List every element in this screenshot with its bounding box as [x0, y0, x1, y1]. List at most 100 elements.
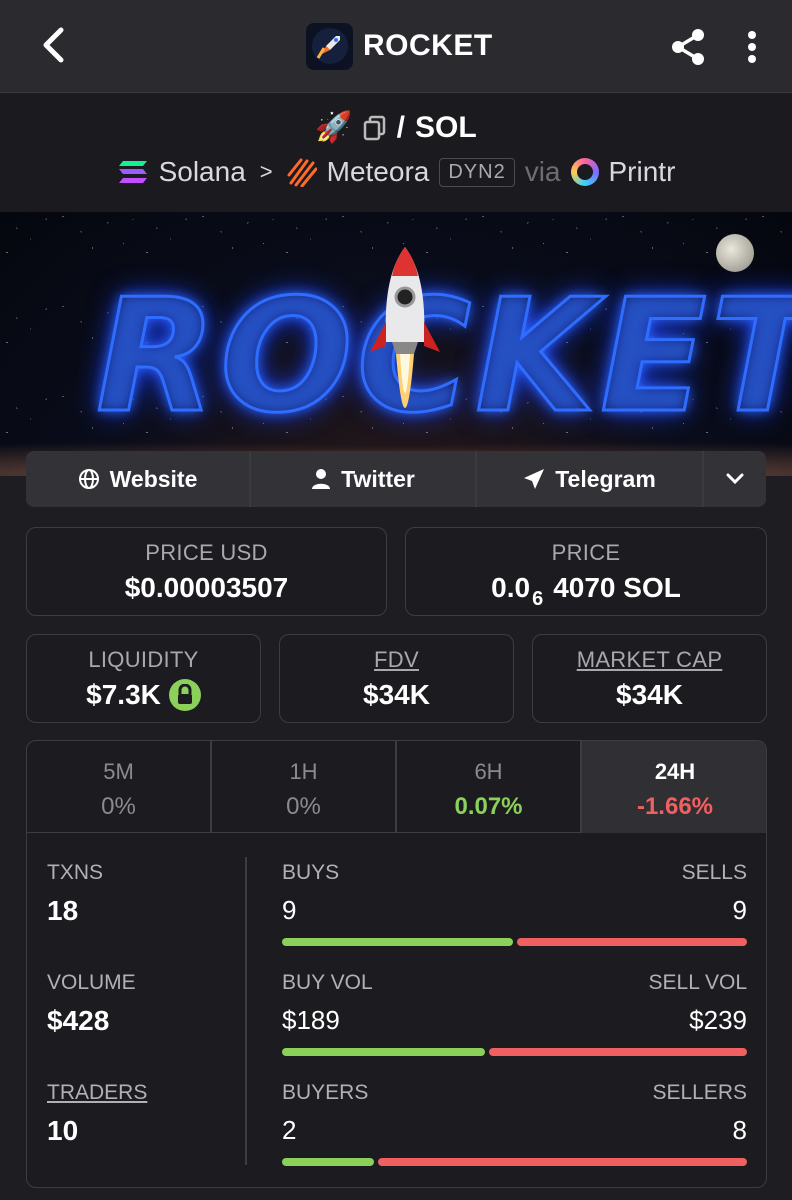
base-token-emoji: 🚀	[315, 111, 353, 144]
tab-label: 5M	[103, 759, 134, 784]
timeframe-tabs: 5M 0% 1H 0% 6H 0.07% 24H -1.66%	[27, 741, 766, 833]
buys-sells-stat: BUYS SELLS 9 9	[282, 861, 747, 946]
user-icon	[312, 469, 331, 489]
buyers-sellers-stat: BUYERS SELLERS 2 8	[282, 1081, 747, 1166]
twitter-button[interactable]: Twitter	[251, 451, 475, 507]
more-vertical-icon	[748, 31, 756, 63]
txns-stat: TXNS 18	[47, 861, 103, 927]
pair-separator: /	[396, 110, 406, 144]
volume-label: VOLUME	[47, 971, 136, 994]
liquidity-value: $7.3K	[86, 679, 161, 710]
volume-stat: VOLUME $428	[47, 971, 136, 1037]
telegram-label: Telegram	[555, 465, 656, 492]
buyers-label: BUYERS	[282, 1081, 369, 1104]
tab-label: 24H	[654, 759, 696, 784]
launchpad-name[interactable]: Printr	[609, 156, 676, 188]
website-button[interactable]: Website	[26, 451, 249, 507]
chevron-right-icon: >	[259, 159, 273, 184]
tab-label: 6H	[474, 759, 503, 784]
chain-name[interactable]: Solana	[159, 156, 246, 188]
price-sol-zero-count: 6	[532, 588, 544, 610]
token-banner: ROCKET	[0, 212, 792, 476]
tab-change: -1.66%	[636, 793, 714, 820]
tab-24h[interactable]: 24H -1.66%	[582, 741, 766, 833]
dex-version-badge: DYN2	[439, 157, 515, 187]
price-sol-label: PRICE	[551, 540, 621, 565]
buy-sell-volume-stat: BUY VOL SELL VOL $189 $239	[282, 971, 747, 1056]
sell-vol-bar-fill	[489, 1048, 747, 1056]
pair-info: 🚀 / SOL Solana > Meteora DYN2 via Printr	[0, 94, 792, 212]
social-links: Website Twitter Telegram	[26, 451, 766, 507]
sellers-label: SELLERS	[652, 1081, 747, 1104]
liquidity-label: LIQUIDITY	[88, 647, 199, 672]
pair-title: 🚀 / SOL	[0, 110, 792, 145]
buys-label: BUYS	[282, 861, 340, 884]
website-label: Website	[109, 465, 198, 492]
sells-label: SELLS	[681, 861, 747, 884]
buyers-sellers-bar	[282, 1158, 747, 1166]
chevron-down-icon	[726, 473, 744, 485]
token-brand: ROCKET	[306, 22, 493, 70]
meteora-icon	[287, 157, 317, 187]
liquidity-value-row: $7.3K	[27, 679, 260, 711]
buys-value: 9	[282, 895, 297, 925]
stats-panel: 5M 0% 1H 0% 6H 0.07% 24H -1.66% TXNS 18 …	[26, 740, 767, 1188]
price-sol-prefix: 0.0	[491, 572, 531, 603]
price-usd-label: PRICE USD	[145, 540, 268, 565]
telegram-button[interactable]: Telegram	[477, 451, 702, 507]
more-button[interactable]	[734, 24, 770, 70]
sell-vol-label: SELL VOL	[648, 971, 747, 994]
buys-sells-bar	[282, 938, 747, 946]
buy-vol-bar-fill	[282, 1048, 485, 1056]
market-cap-value: $34K	[616, 679, 683, 710]
sell-vol-value: $239	[689, 1005, 747, 1035]
share-icon	[672, 29, 704, 65]
chain-path: Solana > Meteora DYN2 via Printr	[0, 152, 792, 192]
twitter-label: Twitter	[341, 465, 415, 492]
fdv-card[interactable]: FDV $34K	[279, 634, 514, 723]
tab-6h[interactable]: 6H 0.07%	[397, 741, 582, 833]
buyers-value: 2	[282, 1115, 297, 1145]
sellers-value: 8	[732, 1115, 747, 1145]
price-sol-suffix: 4070 SOL	[553, 572, 681, 603]
globe-icon	[78, 469, 99, 489]
tab-1h[interactable]: 1H 0%	[212, 741, 397, 833]
price-usd-card: PRICE USD $0.00003507	[26, 527, 387, 616]
token-logo	[306, 22, 353, 70]
dex-name[interactable]: Meteora	[327, 156, 430, 188]
token-name: ROCKET	[363, 29, 493, 62]
via-label: via	[524, 156, 561, 187]
buy-sell-volume-bar	[282, 1048, 747, 1056]
traders-label: TRADERS	[47, 1081, 148, 1104]
back-button[interactable]	[30, 22, 76, 68]
more-links-button[interactable]	[704, 451, 766, 507]
fdv-value: $34K	[363, 679, 430, 710]
tab-5m[interactable]: 5M 0%	[27, 741, 212, 833]
lock-icon[interactable]	[168, 679, 201, 711]
share-button[interactable]	[664, 24, 712, 70]
printr-icon	[570, 158, 599, 186]
traders-stat[interactable]: TRADERS 10	[47, 1081, 147, 1147]
market-cap-label: MARKET CAP	[576, 647, 723, 672]
sells-bar-fill	[516, 938, 747, 946]
sellers-bar-fill	[378, 1158, 747, 1166]
buys-bar-fill	[282, 938, 513, 946]
quote-token: SOL	[415, 110, 477, 144]
tab-change: 0%	[101, 793, 136, 820]
price-sol-card: PRICE 0.0 6 4070 SOL	[405, 527, 767, 616]
stats-divider	[245, 857, 247, 1165]
tab-change: 0.07%	[454, 793, 523, 820]
tab-change: 0%	[286, 793, 321, 820]
price-usd-value: $0.00003507	[124, 572, 289, 603]
buy-vol-label: BUY VOL	[282, 971, 373, 994]
volume-value: $428	[47, 1005, 110, 1036]
traders-value: 10	[47, 1115, 79, 1146]
top-bar: ROCKET	[0, 0, 792, 93]
sells-value: 9	[732, 895, 747, 925]
txns-value: 18	[47, 895, 79, 926]
buy-vol-value: $189	[282, 1005, 340, 1035]
chevron-left-icon	[43, 27, 64, 63]
copy-icon[interactable]	[363, 115, 387, 141]
market-cap-card[interactable]: MARKET CAP $34K	[532, 634, 767, 723]
tab-label: 1H	[289, 759, 318, 784]
